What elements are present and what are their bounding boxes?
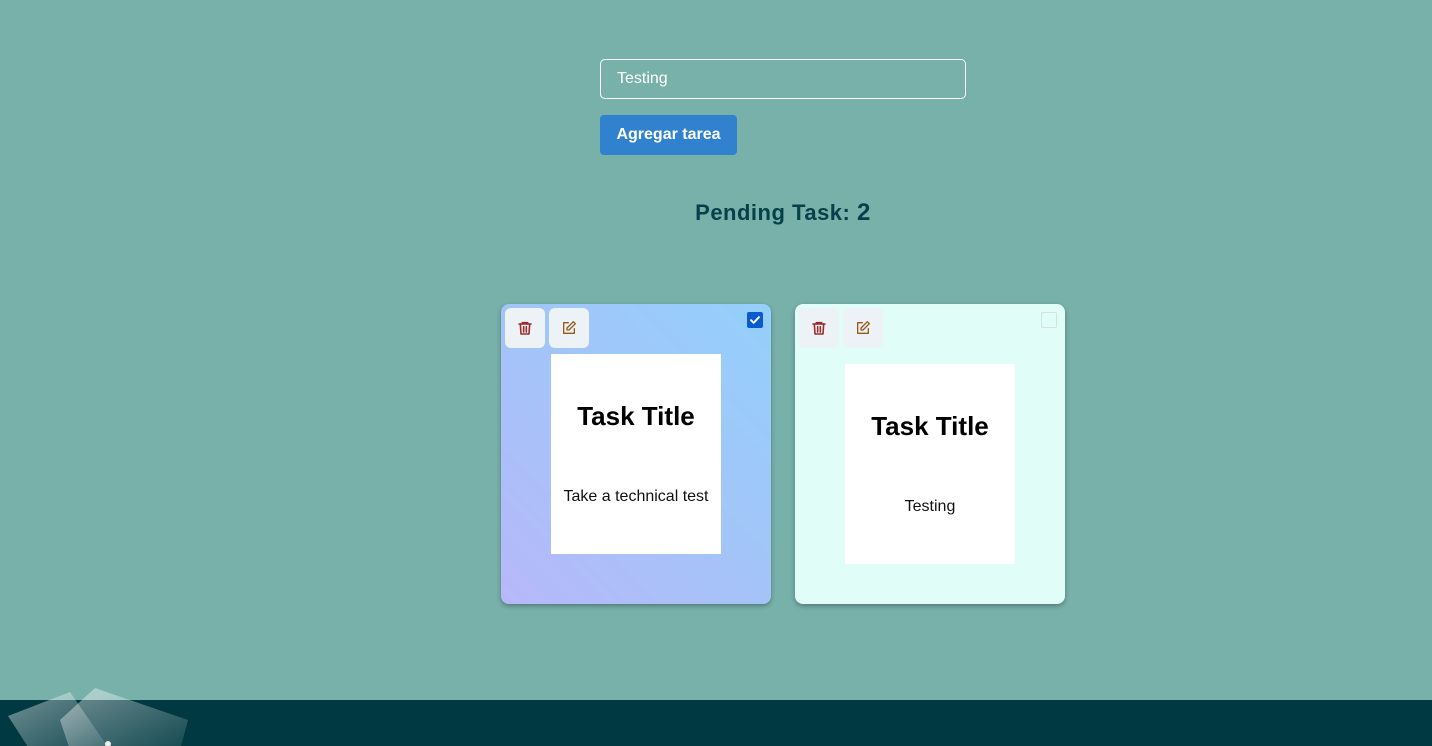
task-description: Testing bbox=[904, 498, 956, 515]
task-done-checkbox[interactable] bbox=[1041, 312, 1057, 328]
edit-icon bbox=[857, 321, 870, 334]
trash-icon bbox=[812, 321, 826, 335]
add-task-button[interactable]: Agregar tarea bbox=[600, 115, 737, 155]
pending-task-counter: Pending Task: 2 bbox=[0, 199, 1432, 227]
page: Agregar tarea Pending Task: 2 Task Title… bbox=[0, 0, 1432, 746]
task-note: Task Title Testing bbox=[845, 364, 1015, 564]
pending-task-label: Pending Task: bbox=[695, 200, 857, 225]
task-title: Task Title bbox=[577, 401, 695, 431]
task-card: Task Title Take a technical test bbox=[501, 304, 771, 604]
decorative-cards-graphic bbox=[8, 688, 188, 746]
edit-icon bbox=[563, 321, 576, 334]
task-note: Task Title Take a technical test bbox=[551, 354, 721, 554]
edit-task-button[interactable] bbox=[843, 308, 883, 348]
task-card: Task Title Testing bbox=[795, 304, 1065, 604]
task-input[interactable] bbox=[600, 59, 966, 99]
task-title: Task Title bbox=[871, 411, 989, 441]
delete-task-button[interactable] bbox=[799, 308, 839, 348]
trash-icon bbox=[518, 321, 532, 335]
delete-task-button[interactable] bbox=[505, 308, 545, 348]
footer bbox=[0, 700, 1432, 746]
checkbox-icon bbox=[750, 316, 760, 324]
task-description: Take a technical test bbox=[563, 488, 709, 505]
task-done-checkbox[interactable] bbox=[747, 312, 763, 328]
edit-task-button[interactable] bbox=[549, 308, 589, 348]
pending-task-count: 2 bbox=[856, 199, 871, 226]
